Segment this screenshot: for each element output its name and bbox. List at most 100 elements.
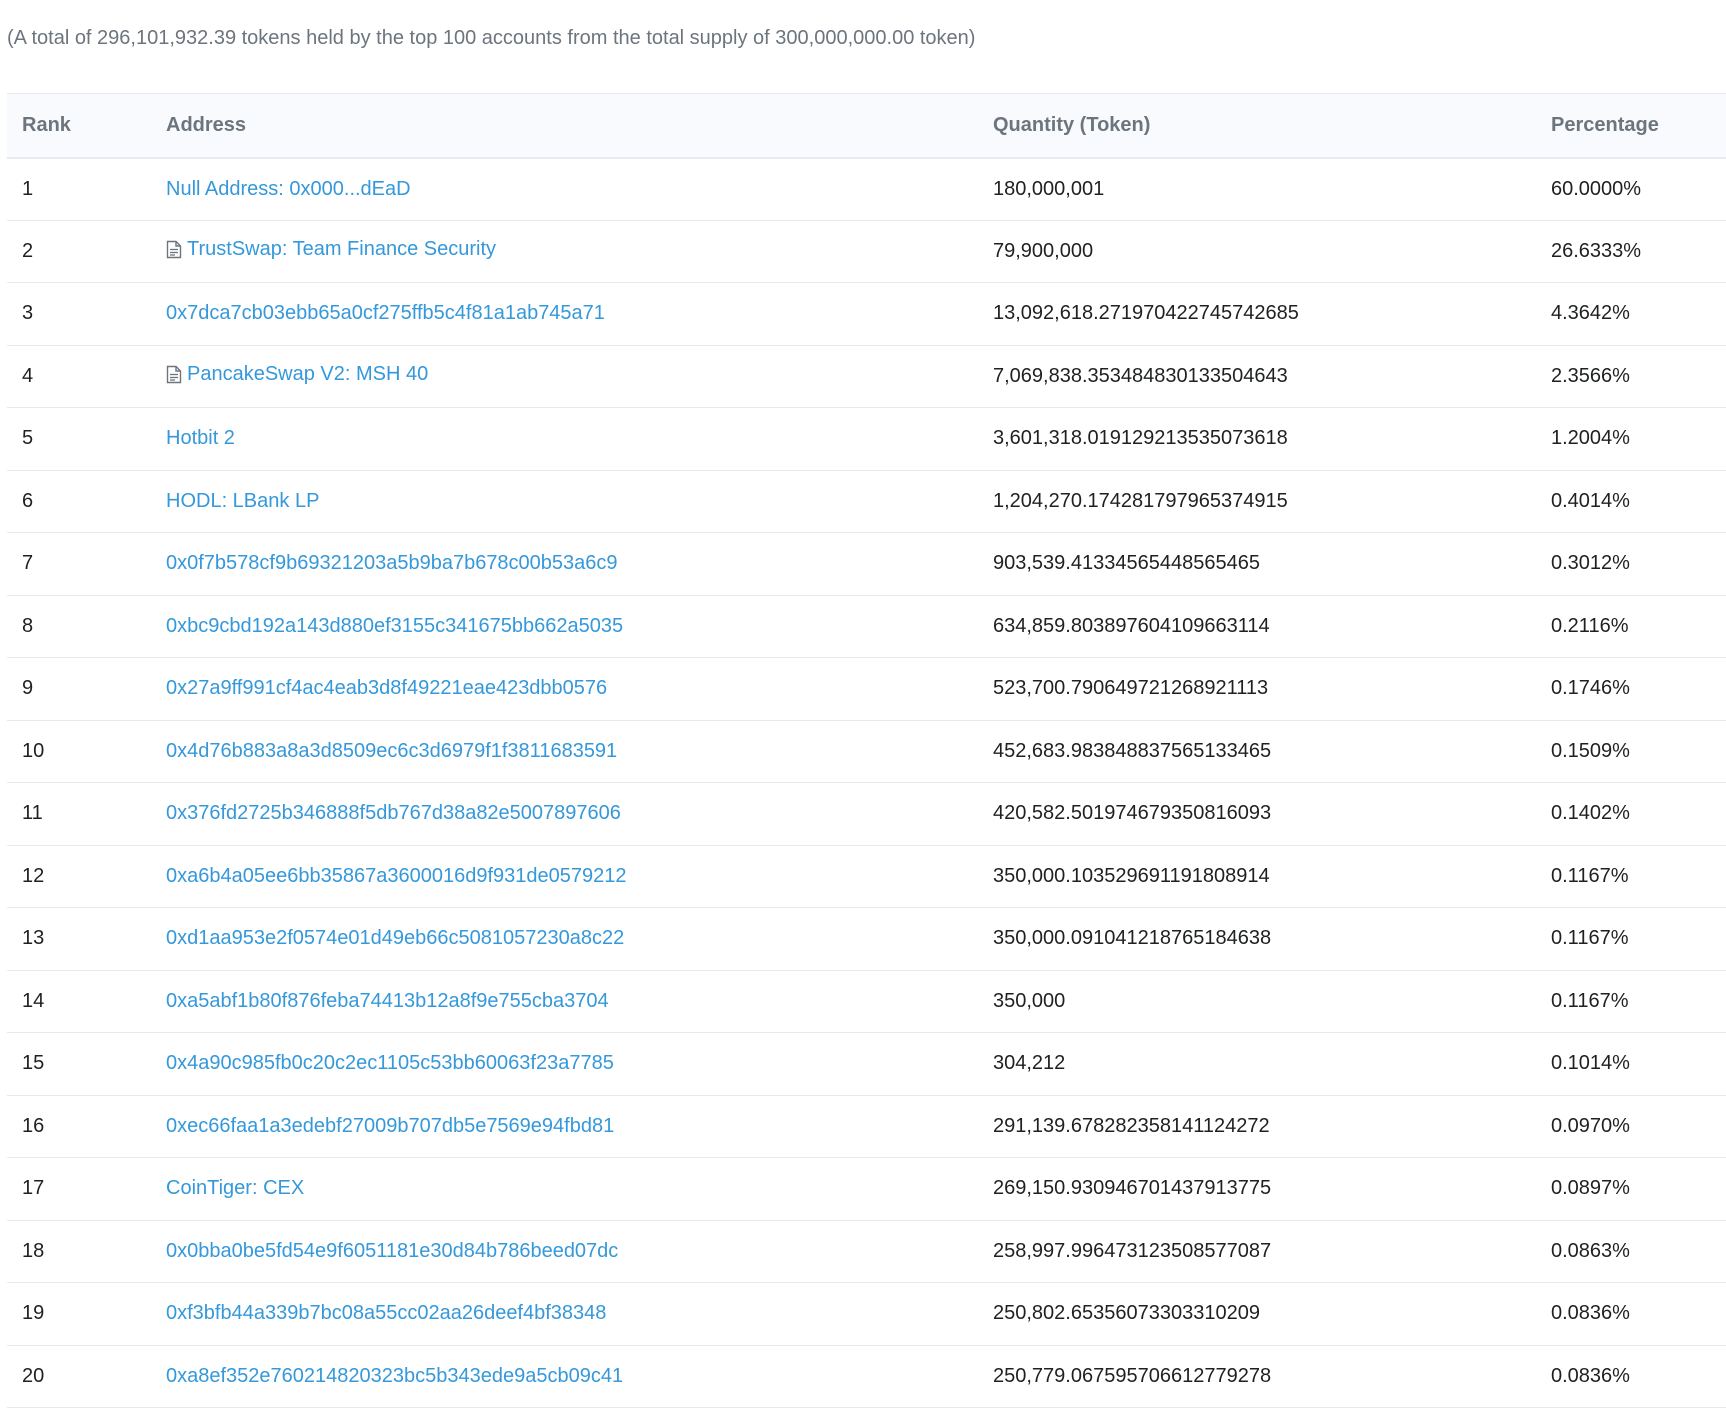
- address-label: 0x7dca7cb03ebb65a0cf275ffb5c4f81a1ab745a…: [166, 302, 605, 325]
- address-cell: 0x0f7b578cf9b69321203a5b9ba7b678c00b53a6…: [166, 532, 993, 596]
- table-row: 5 Hotbit 2 3,601,318.019129213535073618 1.2…: [7, 407, 1726, 471]
- rank-cell: 20: [7, 1345, 166, 1408]
- address-link[interactable]: 0x4a90c985fb0c20c2ec1105c53bb60063f23a77…: [166, 1052, 614, 1075]
- quantity-cell: 420,582.501974679350816093: [993, 782, 1551, 846]
- address-link[interactable]: PancakeSwap V2: MSH 40: [166, 363, 428, 386]
- address-link[interactable]: 0xec66faa1a3edebf27009b707db5e7569e94fbd…: [166, 1115, 614, 1138]
- address-label: 0x4a90c985fb0c20c2ec1105c53bb60063f23a77…: [166, 1052, 614, 1075]
- quantity-cell: 523,700.790649721268921113: [993, 657, 1551, 721]
- percentage-cell: 0.1167%: [1551, 845, 1726, 908]
- address-link[interactable]: 0xf3bfb44a339b7bc08a55cc02aa26deef4bf383…: [166, 1302, 606, 1325]
- address-link[interactable]: 0xbc9cbd192a143d880ef3155c341675bb662a50…: [166, 615, 623, 638]
- table-row: 9 0x27a9ff991cf4ac4eab3d8f49221eae423dbb0…: [7, 657, 1726, 721]
- table-row: 18 0x0bba0be5fd54e9f6051181e30d84b786beed…: [7, 1220, 1726, 1283]
- address-label: 0x0f7b578cf9b69321203a5b9ba7b678c00b53a6…: [166, 552, 618, 575]
- address-cell: 0xa5abf1b80f876feba74413b12a8f9e755cba37…: [166, 970, 993, 1033]
- rank-cell: 18: [7, 1220, 166, 1283]
- rank-cell: 17: [7, 1157, 166, 1221]
- table-row: 11 0x376fd2725b346888f5db767d38a82e500789…: [7, 782, 1726, 846]
- quantity-cell: 350,000: [993, 970, 1551, 1033]
- address-cell: 0x7dca7cb03ebb65a0cf275ffb5c4f81a1ab745a…: [166, 282, 993, 346]
- rank-cell: 5: [7, 407, 166, 471]
- quantity-cell: 350,000.091041218765184638: [993, 907, 1551, 971]
- quantity-cell: 180,000,001: [993, 157, 1551, 221]
- address-label: 0x4d76b883a8a3d8509ec6c3d6979f1f38116835…: [166, 739, 618, 762]
- quantity-cell: 291,139.678282358141124272: [993, 1095, 1551, 1158]
- rank-cell: 6: [7, 470, 166, 533]
- address-link[interactable]: HODL: LBank LP: [166, 490, 319, 513]
- table-row: 16 0xec66faa1a3edebf27009b707db5e7569e94f…: [7, 1095, 1726, 1158]
- address-label: 0xa6b4a05ee6bb35867a3600016d9f931de05792…: [166, 864, 627, 887]
- quantity-cell: 304,212: [993, 1032, 1551, 1096]
- percentage-cell: 0.1746%: [1551, 657, 1726, 721]
- quantity-cell: 258,997.996473123508577087: [993, 1220, 1551, 1283]
- address-link[interactable]: 0xa8ef352e760214820323bc5b343ede9a5cb09c…: [166, 1365, 623, 1388]
- table-header: Rank Address Quantity (Token) Percentage: [7, 93, 1726, 159]
- address-cell: 0xa6b4a05ee6bb35867a3600016d9f931de05792…: [166, 845, 993, 908]
- token-holders-table: Rank Address Quantity (Token) Percentage…: [7, 93, 1726, 1408]
- percentage-cell: 0.0897%: [1551, 1157, 1726, 1221]
- rank-cell: 9: [7, 657, 166, 721]
- rank-cell: 8: [7, 595, 166, 658]
- table-row: 20 0xa8ef352e760214820323bc5b343ede9a5cb0…: [7, 1345, 1726, 1408]
- table-row: 14 0xa5abf1b80f876feba74413b12a8f9e755cba…: [7, 970, 1726, 1033]
- column-header-quantity: Quantity (Token): [993, 93, 1551, 159]
- address-label: Null Address: 0x000...dEaD: [166, 177, 411, 200]
- address-link[interactable]: 0xa6b4a05ee6bb35867a3600016d9f931de05792…: [166, 865, 626, 888]
- address-link[interactable]: 0x376fd2725b346888f5db767d38a82e50078976…: [166, 802, 621, 825]
- percentage-cell: 2.3566%: [1551, 345, 1726, 408]
- address-link[interactable]: TrustSwap: Team Finance Security: [166, 238, 496, 261]
- address-cell: 0xd1aa953e2f0574e01d49eb66c5081057230a8c…: [166, 907, 993, 971]
- address-link[interactable]: Hotbit 2: [166, 427, 235, 450]
- quantity-cell: 1,204,270.174281797965374915: [993, 470, 1551, 533]
- table-row: 15 0x4a90c985fb0c20c2ec1105c53bb60063f23a…: [7, 1032, 1726, 1096]
- address-label: 0x27a9ff991cf4ac4eab3d8f49221eae423dbb05…: [166, 677, 608, 700]
- address-label: 0xec66faa1a3edebf27009b707db5e7569e94fbd…: [166, 1114, 615, 1137]
- quantity-cell: 79,900,000: [993, 220, 1551, 283]
- percentage-cell: 0.1509%: [1551, 720, 1726, 783]
- address-link[interactable]: 0x0f7b578cf9b69321203a5b9ba7b678c00b53a6…: [166, 552, 618, 575]
- address-link[interactable]: Null Address: 0x000...dEaD: [166, 178, 411, 201]
- address-link[interactable]: 0x27a9ff991cf4ac4eab3d8f49221eae423dbb05…: [166, 677, 607, 700]
- address-label: HODL: LBank LP: [166, 489, 320, 512]
- table-row: 7 0x0f7b578cf9b69321203a5b9ba7b678c00b53a…: [7, 532, 1726, 596]
- address-link[interactable]: 0x4d76b883a8a3d8509ec6c3d6979f1f38116835…: [166, 740, 617, 763]
- rank-cell: 19: [7, 1282, 166, 1346]
- address-label: 0xa5abf1b80f876feba74413b12a8f9e755cba37…: [166, 989, 609, 1012]
- rank-cell: 2: [7, 220, 166, 283]
- rank-cell: 13: [7, 907, 166, 971]
- address-link[interactable]: CoinTiger: CEX: [166, 1177, 304, 1200]
- address-cell: 0x376fd2725b346888f5db767d38a82e50078976…: [166, 782, 993, 846]
- address-cell: Null Address: 0x000...dEaD: [166, 157, 993, 221]
- address-cell: 0x4a90c985fb0c20c2ec1105c53bb60063f23a77…: [166, 1032, 993, 1096]
- quantity-cell: 7,069,838.353484830133504643: [993, 345, 1551, 408]
- percentage-cell: 0.1167%: [1551, 907, 1726, 971]
- address-label: 0xbc9cbd192a143d880ef3155c341675bb662a50…: [166, 614, 624, 637]
- address-label: TrustSwap: Team Finance Security: [187, 237, 497, 260]
- table-body: 1 Null Address: 0x000...dEaD 180,000,001 60…: [7, 157, 1726, 1408]
- address-label: Hotbit 2: [166, 427, 235, 450]
- holders-summary: (A total of 296,101,932.39 tokens held b…: [7, 27, 976, 49]
- quantity-cell: 250,802.65356073303310209: [993, 1282, 1551, 1346]
- address-link[interactable]: 0x0bba0be5fd54e9f6051181e30d84b786beed07…: [166, 1240, 618, 1263]
- table-row: 19 0xf3bfb44a339b7bc08a55cc02aa26deef4bf3…: [7, 1282, 1726, 1346]
- table-row: 3 0x7dca7cb03ebb65a0cf275ffb5c4f81a1ab745…: [7, 282, 1726, 346]
- rank-cell: 15: [7, 1032, 166, 1096]
- table-header-row: Rank Address Quantity (Token) Percentage: [7, 93, 1726, 159]
- table-row: 2 TrustSwap: Team Finance Security 79,900,…: [7, 220, 1726, 283]
- address-link[interactable]: 0xd1aa953e2f0574e01d49eb66c5081057230a8c…: [166, 927, 624, 950]
- table-row: 12 0xa6b4a05ee6bb35867a3600016d9f931de057…: [7, 845, 1726, 908]
- address-link[interactable]: 0x7dca7cb03ebb65a0cf275ffb5c4f81a1ab745a…: [166, 302, 605, 325]
- percentage-cell: 0.1402%: [1551, 782, 1726, 846]
- address-cell: 0xa8ef352e760214820323bc5b343ede9a5cb09c…: [166, 1345, 993, 1408]
- quantity-cell: 903,539.41334565448565465: [993, 532, 1551, 596]
- contract-file-icon: [166, 240, 182, 259]
- address-cell: TrustSwap: Team Finance Security: [166, 220, 993, 283]
- table-row: 6 HODL: LBank LP 1,204,270.174281797965374…: [7, 470, 1726, 533]
- percentage-cell: 26.6333%: [1551, 220, 1726, 283]
- contract-file-icon: [166, 365, 182, 384]
- address-link[interactable]: 0xa5abf1b80f876feba74413b12a8f9e755cba37…: [166, 990, 609, 1013]
- table-row: 13 0xd1aa953e2f0574e01d49eb66c5081057230a…: [7, 907, 1726, 971]
- percentage-cell: 0.1014%: [1551, 1032, 1726, 1096]
- address-label: 0xa8ef352e760214820323bc5b343ede9a5cb09c…: [166, 1364, 624, 1387]
